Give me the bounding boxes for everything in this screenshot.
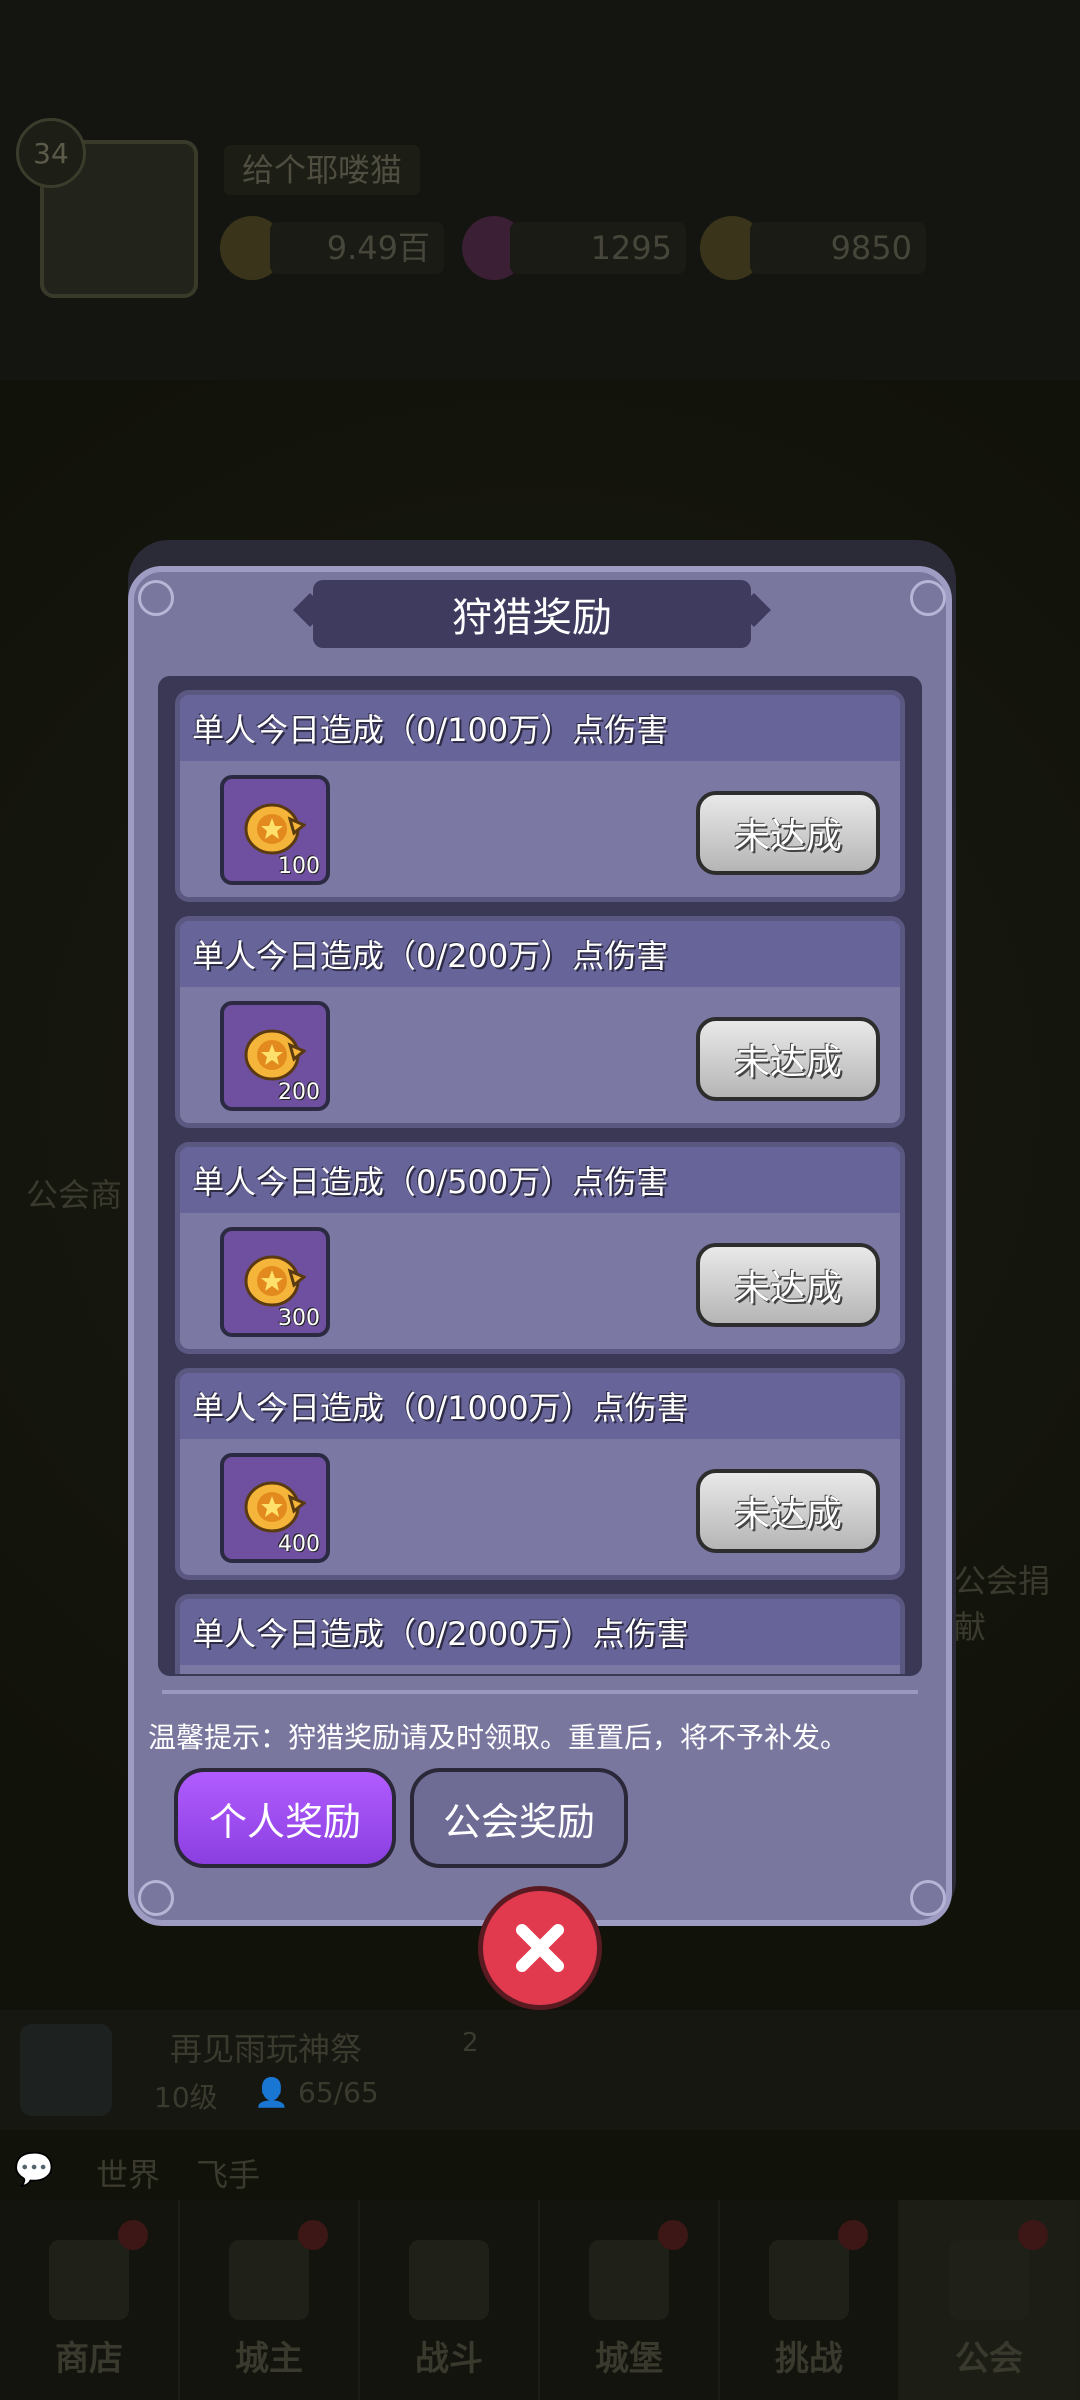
notification-dot <box>658 2220 688 2250</box>
nav-label: 战斗 <box>415 2339 483 2379</box>
nav-lord[interactable]: 城主 <box>180 2200 360 2400</box>
nav-challenge[interactable]: 挑战 <box>720 2200 900 2400</box>
claim-button-disabled[interactable]: 未达成 <box>696 1469 880 1553</box>
shop-icon <box>49 2240 129 2320</box>
guild-badge-count: 2 <box>462 2028 479 2058</box>
nav-guild[interactable]: 公会 <box>900 2200 1080 2400</box>
nav-label: 城堡 <box>595 2339 663 2379</box>
reward-item-slot[interactable]: 400 <box>220 1453 330 1563</box>
dialog-title: 狩猎奖励 <box>313 580 751 648</box>
nav-castle[interactable]: 城堡 <box>540 2200 720 2400</box>
guild-name: 再见雨玩神祭 <box>170 2030 363 2068</box>
nav-battle[interactable]: 战斗 <box>360 2200 540 2400</box>
corner-ornament <box>138 580 174 616</box>
notification-dot <box>838 2220 868 2250</box>
chat-message: 飞手 <box>196 2156 261 2194</box>
nav-label: 公会 <box>955 2339 1023 2379</box>
reward-tip: 温馨提示：狩猎奖励请及时领取。重置后，将不予补发。 <box>148 1721 849 1754</box>
nav-label: 商店 <box>55 2339 123 2379</box>
guild-coin-icon <box>244 803 306 855</box>
guild-shop-label[interactable]: 公会商 <box>26 1170 122 1216</box>
notification-dot <box>118 2220 148 2250</box>
notification-dot <box>298 2220 328 2250</box>
player-level-badge: 34 <box>16 118 86 188</box>
guild-coin-icon <box>244 1481 306 1533</box>
guild-info-bar[interactable]: 再见雨玩神祭 10级 👤 65/65 2 <box>0 2010 1080 2130</box>
chat-bar[interactable]: 💬 世界 飞手 <box>0 2140 1080 2200</box>
close-icon <box>516 1924 564 1972</box>
tab-personal-reward[interactable]: 个人奖励 <box>174 1768 396 1868</box>
reward-quantity: 300 <box>278 1306 320 1331</box>
guild-emblem-icon <box>20 2024 112 2116</box>
chat-channel: 世界 <box>96 2156 161 2194</box>
guild-level: 10级 <box>154 2081 218 2114</box>
reward-card: 单人今日造成（0/100万）点伤害 100 未达成 <box>175 690 905 902</box>
guild-coin-icon <box>244 1255 306 1307</box>
claim-button-disabled[interactable]: 未达成 <box>696 1243 880 1327</box>
nav-label: 城主 <box>235 2339 303 2379</box>
nav-label: 挑战 <box>775 2339 843 2379</box>
reward-quantity: 400 <box>278 1532 320 1557</box>
claim-button-disabled[interactable]: 未达成 <box>696 1017 880 1101</box>
resource-potion: 1295 <box>510 222 686 274</box>
reward-condition: 单人今日造成（0/1000万）点伤害 <box>192 1389 689 1427</box>
swords-icon <box>409 2240 489 2320</box>
guild-icon <box>949 2240 1029 2320</box>
reward-item-slot[interactable]: 200 <box>220 1001 330 1111</box>
notification-dot <box>1018 2220 1048 2250</box>
player-name: 给个耶喽猫 <box>224 145 421 195</box>
guild-members: 65/65 <box>298 2076 379 2109</box>
corner-ornament <box>138 1880 174 1916</box>
resource-gold: 9.49百 <box>270 222 444 274</box>
reward-card: 单人今日造成（0/200万）点伤害 200 未达成 <box>175 916 905 1128</box>
reward-quantity: 100 <box>278 854 320 879</box>
crown-icon <box>229 2240 309 2320</box>
close-button[interactable] <box>478 1886 602 2010</box>
guild-donate-label[interactable]: 公会捐献 <box>954 1556 1080 1648</box>
corner-ornament <box>910 1880 946 1916</box>
list-divider <box>162 1690 918 1694</box>
claim-button-disabled[interactable]: 未达成 <box>696 791 880 875</box>
reward-list[interactable]: 单人今日造成（0/100万）点伤害 100 未达成 单人今日造成（0/200万）… <box>168 684 912 1674</box>
tab-guild-reward[interactable]: 公会奖励 <box>410 1768 628 1868</box>
member-icon: 👤 <box>254 2076 289 2109</box>
reward-item-slot[interactable]: 300 <box>220 1227 330 1337</box>
reward-card: 单人今日造成（0/1000万）点伤害 400 未达成 <box>175 1368 905 1580</box>
chat-bubble-icon: 💬 <box>14 2150 54 2188</box>
guild-coin-icon <box>244 1029 306 1081</box>
bottom-nav: 商店 城主 战斗 城堡 挑战 公会 <box>0 2200 1080 2400</box>
reward-condition: 单人今日造成（0/200万）点伤害 <box>192 937 669 975</box>
reward-item-slot[interactable]: 100 <box>220 775 330 885</box>
castle-icon <box>589 2240 669 2320</box>
reward-condition: 单人今日造成（0/500万）点伤害 <box>192 1163 669 1201</box>
reward-quantity: 200 <box>278 1080 320 1105</box>
challenge-icon <box>769 2240 849 2320</box>
reward-condition: 单人今日造成（0/100万）点伤害 <box>192 711 669 749</box>
reward-card: 单人今日造成（0/2000万）点伤害 <box>175 1594 905 1674</box>
reward-card: 单人今日造成（0/500万）点伤害 300 未达成 <box>175 1142 905 1354</box>
nav-shop[interactable]: 商店 <box>0 2200 180 2400</box>
resource-gem: 9850 <box>750 222 926 274</box>
corner-ornament <box>910 580 946 616</box>
reward-condition: 单人今日造成（0/2000万）点伤害 <box>192 1615 689 1653</box>
